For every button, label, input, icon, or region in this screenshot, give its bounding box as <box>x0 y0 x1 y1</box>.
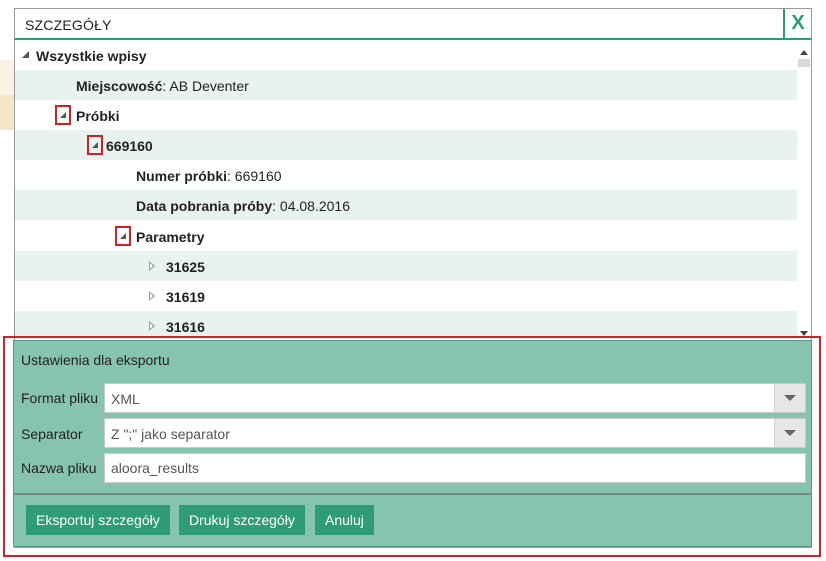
export-details-button[interactable]: Eksportuj szczegóły <box>26 505 170 535</box>
export-divider <box>14 493 811 495</box>
tree-row-samples[interactable]: Próbki <box>15 100 797 130</box>
expand-icon[interactable] <box>149 261 155 271</box>
tree-row-text: 31625 <box>166 259 205 275</box>
chevron-down-icon[interactable] <box>774 384 805 412</box>
collapse-icon <box>120 233 126 239</box>
tree-row-text: 31616 <box>166 319 205 335</box>
dialog-title: SZCZEGÓŁY <box>25 17 112 33</box>
tree-row-sample-number: Numer próbki: 669160 <box>15 160 797 190</box>
export-heading: Ustawienia dla eksportu <box>21 352 170 368</box>
dialog-titlebar: SZCZEGÓŁY X <box>15 9 811 40</box>
tree-row-key: Data pobrania próby <box>136 198 273 214</box>
tree-row-key: Próbki <box>76 108 120 124</box>
tree-root-row[interactable]: Wszystkie wpisy <box>15 40 811 70</box>
tree-row-key: 31616 <box>166 319 205 335</box>
collapse-parameters-toggle[interactable] <box>115 226 131 246</box>
tree-row-param-31625[interactable]: 31625 <box>15 251 797 281</box>
cancel-button[interactable]: Anuluj <box>315 505 374 535</box>
format-select-value: XML <box>111 391 140 407</box>
chevron-down-icon[interactable] <box>774 419 805 447</box>
tree-row-sample-date: Data pobrania próby: 04.08.2016 <box>15 190 797 220</box>
collapse-sample-toggle[interactable] <box>87 135 103 155</box>
collapse-icon <box>60 112 66 118</box>
tree-row-location: Miejscowość: AB Deventer <box>15 70 797 100</box>
tree-row-key: 669160 <box>106 138 153 154</box>
collapse-icon <box>92 142 98 148</box>
tree-root-label: Wszystkie wpisy <box>36 48 147 64</box>
separator-select-value: Z ";" jako separator <box>111 426 230 442</box>
tree-row-text: Próbki <box>76 108 120 124</box>
close-button[interactable]: X <box>783 9 811 38</box>
tree-row-text: 669160 <box>106 138 153 154</box>
tree-row-value: AB Deventer <box>169 78 249 94</box>
format-label: Format pliku <box>21 390 99 406</box>
expand-icon[interactable] <box>149 321 155 331</box>
scroll-up-arrow-icon[interactable] <box>800 50 808 55</box>
filename-label: Nazwa pliku <box>21 460 97 476</box>
tree-row-text: Miejscowość: AB Deventer <box>76 78 249 94</box>
collapse-samples-toggle[interactable] <box>55 105 71 125</box>
tree-row-sep: : <box>227 168 235 184</box>
details-tree: Wszystkie wpisy Miejscowość: AB Deventer… <box>15 40 811 339</box>
tree-row-param-31616[interactable]: 31616 <box>15 311 797 339</box>
export-settings-panel: Ustawienia dla eksportu Format pliku XML… <box>13 340 812 547</box>
tree-row-value: 669160 <box>234 168 282 184</box>
separator-select[interactable]: Z ";" jako separator <box>104 418 806 448</box>
background-strip-dark <box>0 95 14 130</box>
tree-row-parameters[interactable]: Parametry <box>15 221 797 251</box>
tree-row-key: Miejscowość <box>76 78 163 94</box>
tree-row-key: 31619 <box>166 289 205 305</box>
tree-row-key: 31625 <box>166 259 205 275</box>
tree-row-text: Numer próbki: 669160 <box>136 168 282 184</box>
collapse-icon[interactable] <box>22 51 29 58</box>
tree-scrollbar[interactable] <box>797 47 811 339</box>
print-details-button[interactable]: Drukuj szczegóły <box>179 505 305 535</box>
tree-row-sep: : <box>272 198 280 214</box>
scrollbar-thumb[interactable] <box>798 59 810 67</box>
tree-row-text: Parametry <box>136 229 205 245</box>
separator-label: Separator <box>21 426 83 442</box>
filename-input[interactable] <box>104 453 806 483</box>
tree-row-sample-669160[interactable]: 669160 <box>15 130 797 160</box>
tree-row-value: 04.08.2016 <box>279 198 350 214</box>
format-select[interactable]: XML <box>104 383 806 413</box>
expand-icon[interactable] <box>149 291 155 301</box>
tree-row-key: Parametry <box>136 229 205 245</box>
tree-row-text: Data pobrania próby: 04.08.2016 <box>136 198 350 214</box>
tree-row-text: 31619 <box>166 289 205 305</box>
tree-row-key: Numer próbki <box>136 168 228 184</box>
tree-row-param-31619[interactable]: 31619 <box>15 281 797 311</box>
